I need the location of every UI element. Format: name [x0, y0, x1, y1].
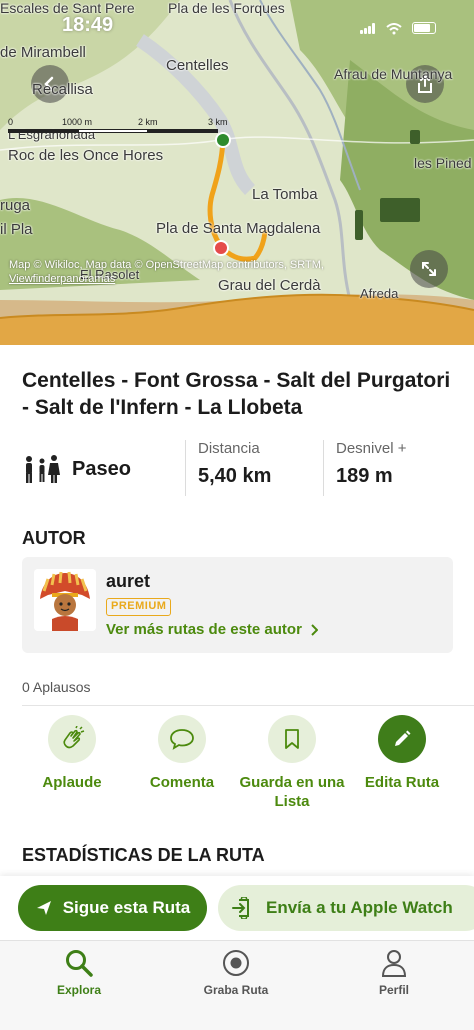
applaud-button[interactable]: Aplaude	[19, 715, 125, 792]
author-avatar-image	[34, 569, 96, 631]
follow-route-button[interactable]: Sigue esta Ruta	[18, 885, 207, 931]
follow-route-label: Sigue esta Ruta	[62, 898, 191, 917]
comment-icon	[170, 729, 194, 750]
avatar[interactable]	[34, 569, 96, 631]
attribution-text: Map © Wikiloc, Map data © OpenStreetMap …	[9, 259, 324, 271]
send-to-watch-button[interactable]: Envía a tu Apple Watch	[218, 885, 474, 931]
distance-stat: Distancia 5,40 km	[185, 440, 271, 496]
tab-bar: Explora Graba Ruta Perfil	[0, 940, 474, 1030]
wifi-icon	[386, 22, 402, 35]
divider	[22, 705, 474, 706]
map-label: Afreda	[360, 286, 399, 301]
route-start-marker	[215, 132, 231, 148]
map-scale: 0 1000 m 2 km 3 km	[8, 117, 234, 135]
author-section-title: AUTOR	[22, 528, 86, 548]
route-map[interactable]: 18:49 Escales de Sant Pere Pla de les Fo…	[0, 0, 474, 345]
save-label: Guarda en una Lista	[239, 774, 345, 810]
send-to-watch-icon	[232, 897, 249, 919]
clap-icon	[63, 726, 85, 749]
tab-label: Perfil	[378, 983, 409, 997]
bookmark-icon	[285, 729, 299, 749]
tab-perfil[interactable]: Perfil	[334, 947, 454, 997]
attribution-link[interactable]: Viewfinderpanoramas	[9, 273, 115, 285]
signal-icon	[360, 22, 376, 34]
chevron-right-icon	[311, 623, 318, 636]
map-label: il Pla	[0, 221, 33, 238]
profile-icon	[381, 950, 407, 977]
more-routes-link[interactable]: Ver más rutas de este autor	[106, 621, 318, 638]
elevation-label: Desnivel +	[336, 440, 407, 457]
comment-label: Comenta	[149, 774, 215, 791]
map-label: les Pined	[414, 155, 472, 171]
search-icon	[66, 950, 93, 977]
author-name[interactable]: auret	[106, 571, 150, 592]
map-label: Pla de les Forques	[168, 0, 285, 16]
edit-circle[interactable]	[378, 715, 426, 763]
activity-type: Paseo	[22, 454, 131, 484]
more-routes-label: Ver más rutas de este autor	[106, 621, 302, 638]
map-label: Centelles	[166, 57, 229, 74]
applause-count: 0 Aplausos	[22, 679, 91, 695]
expand-icon	[422, 262, 436, 276]
save-to-list-button[interactable]: Guarda en una Lista	[239, 715, 345, 811]
route-title: Centelles - Font Grossa - Salt del Purga…	[22, 369, 451, 419]
save-circle[interactable]	[268, 715, 316, 763]
edit-label: Edita Ruta	[364, 774, 440, 791]
battery-icon	[412, 22, 436, 34]
map-label: Afrau de Muntanya	[334, 66, 453, 82]
scale-tick: 1000 m	[62, 117, 93, 127]
author-card[interactable]: auret PREMIUM Ver más rutas de este auto…	[22, 557, 453, 653]
edit-route-button[interactable]: Edita Ruta	[349, 715, 455, 792]
map-label: ruga	[0, 197, 31, 214]
applaud-label: Aplaude	[42, 774, 102, 791]
map-label: Recallisa	[32, 81, 93, 98]
record-icon	[223, 950, 249, 976]
activity-label: Paseo	[72, 457, 131, 480]
route-stats-title: ESTADÍSTICAS DE LA RUTA	[22, 845, 265, 865]
pencil-icon	[395, 730, 411, 746]
elevation-value: 189 m	[336, 465, 393, 487]
status-icons	[360, 22, 436, 35]
action-row: Aplaude Comenta Guarda en una Lista Edit…	[19, 715, 462, 810]
tab-explora[interactable]: Explora	[19, 947, 139, 997]
expand-map-button[interactable]	[410, 250, 448, 288]
send-to-watch-label: Envía a tu Apple Watch	[266, 898, 453, 917]
distance-label: Distancia	[198, 440, 260, 457]
applaud-circle[interactable]	[48, 715, 96, 763]
scale-tick: 3 km	[208, 117, 228, 127]
family-walk-icon	[26, 455, 60, 483]
comment-button[interactable]: Comenta	[129, 715, 235, 792]
tab-label: Explora	[56, 983, 101, 997]
tab-graba-ruta[interactable]: Graba Ruta	[176, 947, 296, 997]
scale-tick: 0	[8, 117, 14, 127]
map-label: Pla de Santa Magdalena	[156, 220, 321, 237]
route-end-marker	[213, 240, 229, 256]
distance-value: 5,40 km	[198, 465, 272, 487]
map-label: Escales de Sant Pere	[0, 0, 135, 16]
status-time: 18:49	[62, 14, 114, 36]
comment-circle[interactable]	[158, 715, 206, 763]
map-label: de Mirambell	[0, 44, 86, 61]
navigation-arrow-icon	[36, 901, 51, 915]
cta-bar: Sigue esta Ruta Envía a tu Apple Watch	[0, 876, 474, 940]
map-label: Roc de les Once Hores	[8, 147, 164, 164]
map-label: La Tomba	[252, 186, 318, 203]
premium-badge: PREMIUM	[106, 598, 172, 616]
scale-tick: 2 km	[138, 117, 158, 127]
tab-label: Graba Ruta	[203, 983, 269, 997]
elevation-stat: Desnivel + 189 m	[323, 440, 406, 496]
route-stats: Paseo Distancia 5,40 km Desnivel + 189 m	[22, 440, 462, 496]
map-attribution: Map © Wikiloc, Map data © OpenStreetMap …	[9, 258, 389, 286]
